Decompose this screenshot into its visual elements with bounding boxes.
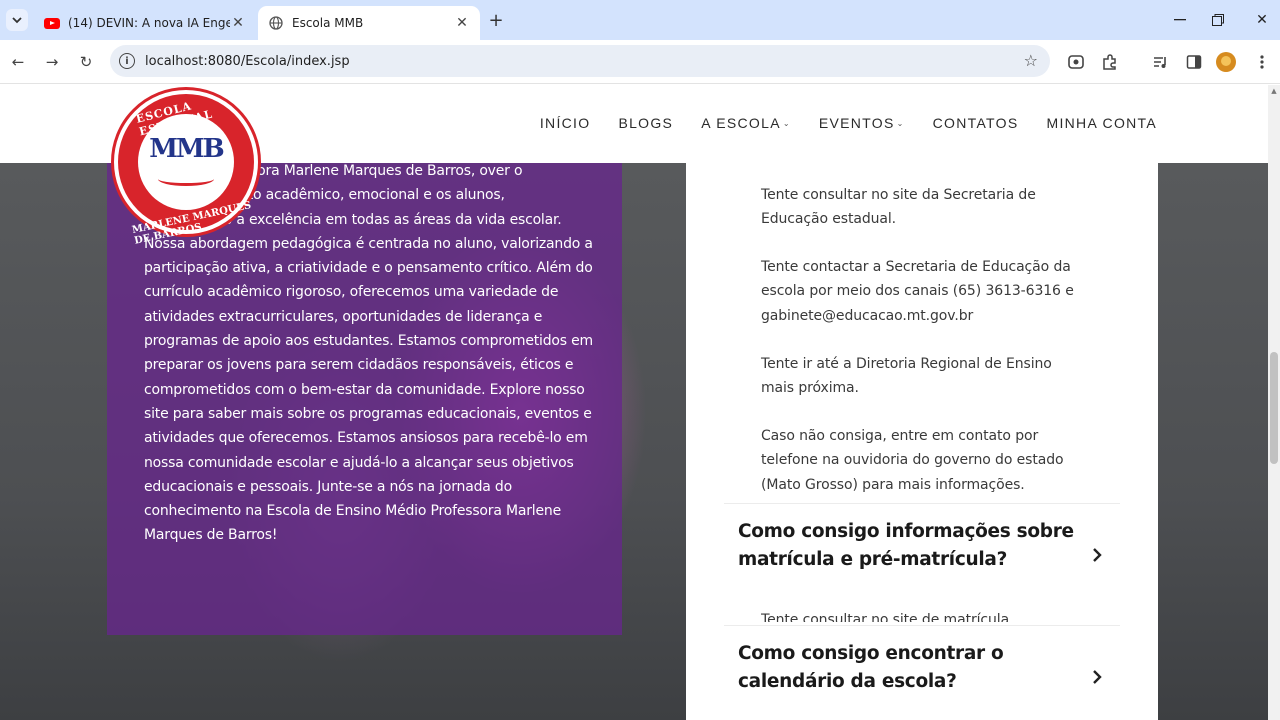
school-logo[interactable]: ESCOLA ESTADUAL MMB MARLENE MARQUES DE B… [111, 87, 261, 247]
extensions-puzzle-icon[interactable] [1100, 52, 1120, 72]
nav-minha-conta[interactable]: MINHA CONTA [1047, 115, 1158, 131]
chevron-down-icon: ⌄ [782, 118, 791, 128]
new-tab-button[interactable]: + [486, 10, 506, 31]
tab-title: (14) DEVIN: A nova IA Engenhe [68, 16, 230, 30]
youtube-icon [44, 15, 60, 31]
forward-arrow-icon[interactable]: → [40, 50, 64, 74]
back-arrow-icon[interactable]: ← [6, 50, 30, 74]
faq-answer-paragraph: Tente consultar no site de matrícula [761, 612, 1010, 622]
close-tab-icon[interactable]: ✕ [454, 15, 470, 31]
main-nav: INÍCIO BLOGS A ESCOLA ⌄ EVENTOS ⌄ CONTATOS… [540, 115, 1157, 131]
chevron-down-icon: ⌄ [896, 118, 905, 128]
faq-question-calendar[interactable]: Como consigo encontrar o calendário da e… [738, 640, 1098, 696]
tab-title: Escola MMB [292, 16, 364, 30]
url-text[interactable]: localhost:8080/Escola/index.jsp [145, 54, 350, 69]
scrollbar-thumb[interactable] [1270, 352, 1278, 464]
nav-inicio[interactable]: INÍCIO [540, 115, 591, 131]
browser-tab-bar: (14) DEVIN: A nova IA Engenhe ✕ Escola M… [0, 0, 1280, 40]
more-menu-icon[interactable] [1252, 52, 1272, 72]
profile-avatar[interactable] [1216, 52, 1236, 72]
faq-answer-paragraph: Tente contactar a Secretaria de Educação… [761, 259, 1074, 324]
nav-blogs[interactable]: BLOGS [618, 115, 673, 131]
faq-question-enrollment[interactable]: Como consigo informações sobre matrícula… [738, 518, 1098, 574]
faq-divider [724, 503, 1120, 504]
faq-divider [724, 625, 1120, 626]
book-icon [158, 172, 214, 186]
nav-eventos[interactable]: EVENTOS ⌄ [819, 115, 905, 131]
address-bar[interactable]: i localhost:8080/Escola/index.jsp ☆ [110, 45, 1050, 77]
faq-panel: Tente consultar no site da Secretaria de… [686, 163, 1158, 720]
chevron-right-icon[interactable] [1088, 668, 1106, 686]
browser-toolbar: ← → ↻ i localhost:8080/Escola/index.jsp … [0, 40, 1280, 84]
faq-answer-paragraph: Caso não consiga, entre em contato por t… [761, 428, 1064, 493]
minimize-icon[interactable] [1168, 8, 1192, 32]
tab-devin[interactable]: (14) DEVIN: A nova IA Engenhe ✕ [34, 6, 256, 40]
chevron-down-icon [12, 17, 22, 24]
nav-label: A ESCOLA [701, 115, 781, 131]
tab-escola-mmb[interactable]: Escola MMB ✕ [258, 6, 480, 40]
nav-label: EVENTOS [818, 115, 895, 131]
tab-search-button[interactable] [6, 9, 28, 31]
media-control-icon[interactable] [1150, 52, 1170, 72]
logo-initials: MMB [149, 134, 225, 164]
logo-inner: MMB [138, 114, 234, 210]
chevron-right-icon[interactable] [1088, 546, 1106, 564]
nav-contatos[interactable]: CONTATOS [933, 115, 1019, 131]
faq-answer-paragraph: Tente consultar no site da Secretaria de… [761, 187, 1036, 228]
bookmark-star-icon[interactable]: ☆ [1024, 51, 1038, 70]
globe-icon [268, 15, 284, 31]
page-scrollbar[interactable]: ▲ [1268, 85, 1280, 720]
close-window-icon[interactable]: ✕ [1250, 8, 1274, 32]
extension-icon[interactable] [1066, 52, 1086, 72]
reload-icon[interactable]: ↻ [74, 50, 98, 74]
faq-answer-paragraph: Tente ir até a Diretoria Regional de Ens… [761, 356, 1052, 397]
restore-icon[interactable] [1206, 8, 1230, 32]
nav-a-escola[interactable]: A ESCOLA ⌄ [701, 115, 791, 131]
scroll-up-arrow-icon[interactable]: ▲ [1270, 87, 1278, 95]
side-panel-icon[interactable] [1184, 52, 1204, 72]
close-tab-icon[interactable]: ✕ [230, 15, 246, 31]
web-page: la Escola Professora Marlene Marques de … [0, 85, 1280, 720]
site-info-icon[interactable]: i [119, 53, 135, 69]
